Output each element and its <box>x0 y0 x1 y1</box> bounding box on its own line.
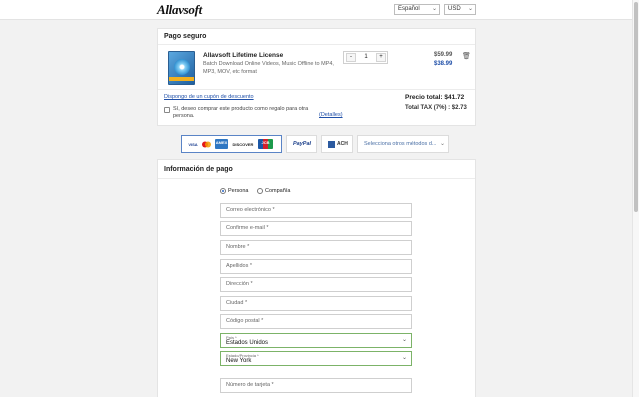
tab-paypal[interactable]: PayPal <box>286 135 317 153</box>
amex-icon: AMEX <box>215 139 228 149</box>
scrollbar[interactable] <box>632 0 639 397</box>
state-select[interactable]: Estado/Provincia * New York ⌄ <box>220 351 412 366</box>
coupon-link[interactable]: Dispongo de un cupón de descuento <box>164 94 254 100</box>
divider <box>158 178 475 179</box>
old-price: $59.99 <box>434 52 453 58</box>
radio-company-label: Compañía <box>265 188 291 194</box>
chevron-down-icon: ⌄ <box>440 141 446 147</box>
language-value: Español <box>398 6 420 12</box>
total-price: Precio total: $41.72 <box>405 94 465 101</box>
address-field[interactable]: Dirección * <box>220 277 412 292</box>
top-bar: Allavsoft Español ⌄ USD ⌄ <box>0 0 632 20</box>
gift-text-1: Sí, deseo comprar este producto como reg… <box>173 106 309 112</box>
radio-person-label: Persona <box>228 188 249 194</box>
total-tax: Total TAX (7%) : $2.73 <box>405 105 467 111</box>
product-box-image <box>168 51 195 85</box>
country-select[interactable]: País * Estados Unidos ⌄ <box>220 333 412 348</box>
jcb-icon: JCB <box>258 139 273 149</box>
country-value: Estados Unidos <box>226 340 269 346</box>
product-desc-2: MP3, MOV, etc format <box>203 69 257 75</box>
state-value: New York <box>226 358 252 364</box>
card-number-field[interactable]: Número de tarjeta * <box>220 378 412 393</box>
gift-checkbox[interactable] <box>164 107 170 113</box>
price: $38.99 <box>434 61 453 67</box>
mastercard-icon <box>201 141 211 148</box>
chevron-down-icon: ⌄ <box>401 337 407 343</box>
currency-value: USD <box>448 6 461 12</box>
chevron-down-icon: ⌄ <box>467 6 473 12</box>
other-methods-select[interactable]: Selecciona otros métodos d... ⌄ <box>357 135 449 153</box>
ach-label: ACH <box>337 141 348 147</box>
logo[interactable]: Allavsoft <box>157 2 202 18</box>
divider <box>158 44 475 45</box>
divider <box>158 89 475 90</box>
email-field[interactable]: Correo electrónico * <box>220 203 412 218</box>
confirm-email-field[interactable]: Confirme e-mail * <box>220 221 412 236</box>
tab-ach[interactable]: ACH <box>321 135 353 153</box>
order-title: Pago seguro <box>164 33 207 40</box>
quantity-stepper: - 1 + <box>343 51 388 64</box>
details-link[interactable]: (Detalles) <box>319 112 343 118</box>
paypal-label: PayPal <box>293 141 312 147</box>
gift-text-2: persona. <box>173 113 195 119</box>
discover-icon: DISCOVER <box>232 141 254 148</box>
first-name-field[interactable]: Nombre * <box>220 240 412 255</box>
tab-credit-card[interactable]: VISA AMEX DISCOVER JCB <box>181 135 282 153</box>
payment-info-title: Información de pago <box>164 166 233 173</box>
qty-minus-button[interactable]: - <box>346 53 356 62</box>
city-field[interactable]: Ciudad * <box>220 296 412 311</box>
currency-select[interactable]: USD ⌄ <box>444 4 476 15</box>
visa-icon: VISA <box>188 141 198 148</box>
postal-code-field[interactable]: Código postal * <box>220 314 412 329</box>
trash-icon[interactable]: 🗑 <box>462 52 471 60</box>
other-methods-label: Selecciona otros métodos d... <box>364 141 437 147</box>
radio-company[interactable] <box>257 188 263 194</box>
chevron-down-icon: ⌄ <box>401 355 407 361</box>
scrollbar-thumb[interactable] <box>634 2 638 212</box>
last-name-field[interactable]: Apellidos * <box>220 259 412 274</box>
product-name: Allavsoft Lifetime License <box>203 52 284 59</box>
chevron-down-icon: ⌄ <box>431 6 437 12</box>
language-select[interactable]: Español ⌄ <box>394 4 440 15</box>
radio-person[interactable] <box>220 188 226 194</box>
qty-plus-button[interactable]: + <box>376 53 386 62</box>
bank-icon <box>328 141 335 148</box>
product-desc-1: Batch Download Online Videos, Music Offl… <box>203 61 334 67</box>
qty-value[interactable]: 1 <box>362 54 370 60</box>
